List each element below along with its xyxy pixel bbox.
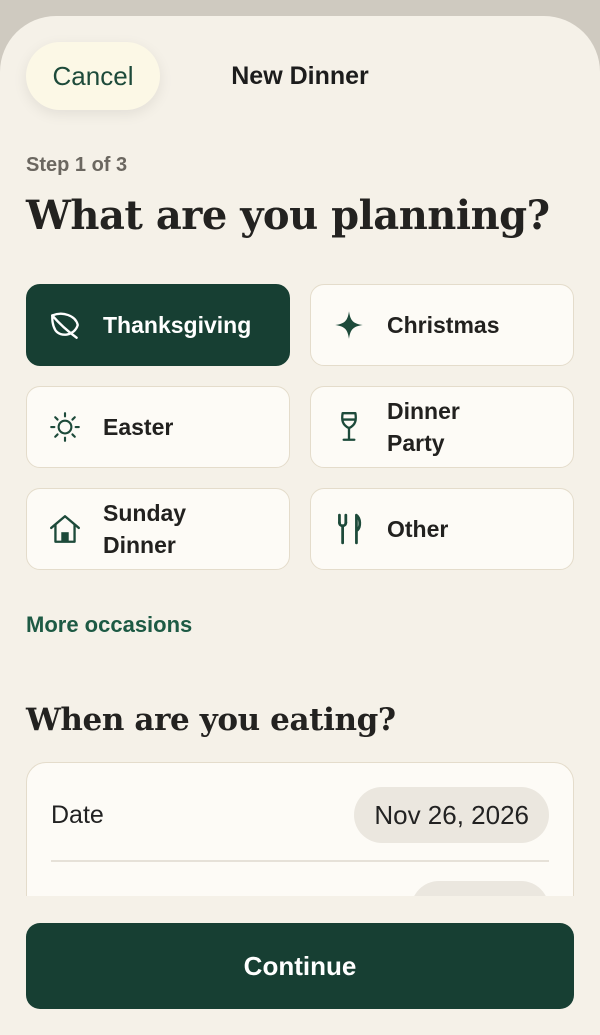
occasion-label: Sunday Dinner xyxy=(103,500,187,558)
date-picker[interactable]: Nov 26, 2026 xyxy=(354,787,549,843)
occasion-sunday-dinner[interactable]: Sunday Dinner xyxy=(26,488,290,570)
sparkle-icon xyxy=(331,307,367,343)
planning-heading: What are you planning? xyxy=(26,192,550,239)
cancel-button[interactable]: Cancel xyxy=(26,42,160,110)
divider xyxy=(51,860,549,862)
page-title: New Dinner xyxy=(231,62,369,90)
sun-icon xyxy=(47,409,83,445)
occasion-label: Other xyxy=(387,516,449,542)
occasion-dinner-party[interactable]: Dinner Party xyxy=(310,386,574,468)
occasion-label: Easter xyxy=(103,414,174,440)
occasion-thanksgiving[interactable]: Thanksgiving xyxy=(26,284,290,366)
continue-button[interactable]: Continue xyxy=(26,923,574,1009)
occasion-label: Christmas xyxy=(387,312,500,338)
occasion-grid: Thanksgiving Christmas Easter Dinner Par… xyxy=(26,284,574,570)
leaf-icon xyxy=(47,307,83,343)
occasion-easter[interactable]: Easter xyxy=(26,386,290,468)
occasion-christmas[interactable]: Christmas xyxy=(310,284,574,366)
occasion-label: Dinner Party xyxy=(387,398,460,456)
wine-glass-icon xyxy=(331,409,367,445)
date-row[interactable]: Date Nov 26, 2026 xyxy=(51,787,549,843)
occasion-label: Thanksgiving xyxy=(103,312,252,338)
occasion-other[interactable]: Other xyxy=(310,488,574,570)
when-heading: When are you eating? xyxy=(26,702,396,738)
more-occasions-link[interactable]: More occasions xyxy=(26,612,192,638)
step-indicator: Step 1 of 3 xyxy=(26,154,128,176)
date-label: Date xyxy=(51,800,104,829)
new-dinner-sheet: Cancel New Dinner Step 1 of 3 What are y… xyxy=(0,16,600,1035)
house-icon xyxy=(47,511,83,547)
fork-knife-icon xyxy=(331,511,367,547)
